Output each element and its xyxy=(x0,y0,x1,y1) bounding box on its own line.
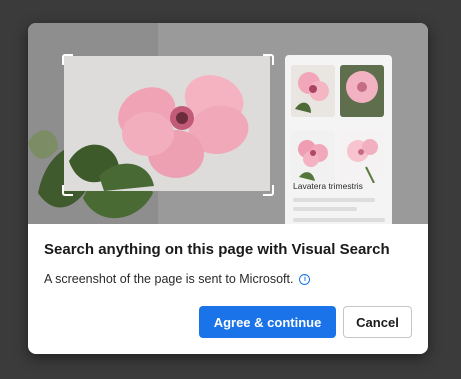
visual-search-dialog: Lavatera trimestris Search anything on t… xyxy=(28,23,428,354)
selection-corner-icon xyxy=(62,54,73,65)
selection-corner-icon xyxy=(263,185,274,196)
placeholder-line xyxy=(293,218,385,222)
result-title: Lavatera trimestris xyxy=(293,181,363,191)
flower-thumbnail-icon xyxy=(291,131,335,183)
dialog-description: A screenshot of the page is sent to Micr… xyxy=(44,272,311,286)
placeholder-line xyxy=(293,198,375,202)
description-text: A screenshot of the page is sent to Micr… xyxy=(44,272,294,286)
flower-illustration xyxy=(64,56,270,191)
selection-corner-icon xyxy=(62,185,73,196)
cancel-button[interactable]: Cancel xyxy=(343,306,412,338)
placeholder-line xyxy=(293,207,357,211)
flower-thumbnail-icon xyxy=(340,131,384,183)
selection-area xyxy=(64,56,270,191)
info-icon[interactable]: i xyxy=(299,273,311,285)
flower-thumbnail-icon xyxy=(340,65,384,117)
selection-corner-icon xyxy=(263,54,274,65)
flower-thumbnail-icon xyxy=(291,65,335,117)
dialog-title: Search anything on this page with Visual… xyxy=(44,241,390,258)
visual-search-results-panel: Lavatera trimestris xyxy=(285,55,392,224)
agree-continue-button[interactable]: Agree & continue xyxy=(199,306,336,338)
illustration-banner: Lavatera trimestris xyxy=(28,23,428,224)
